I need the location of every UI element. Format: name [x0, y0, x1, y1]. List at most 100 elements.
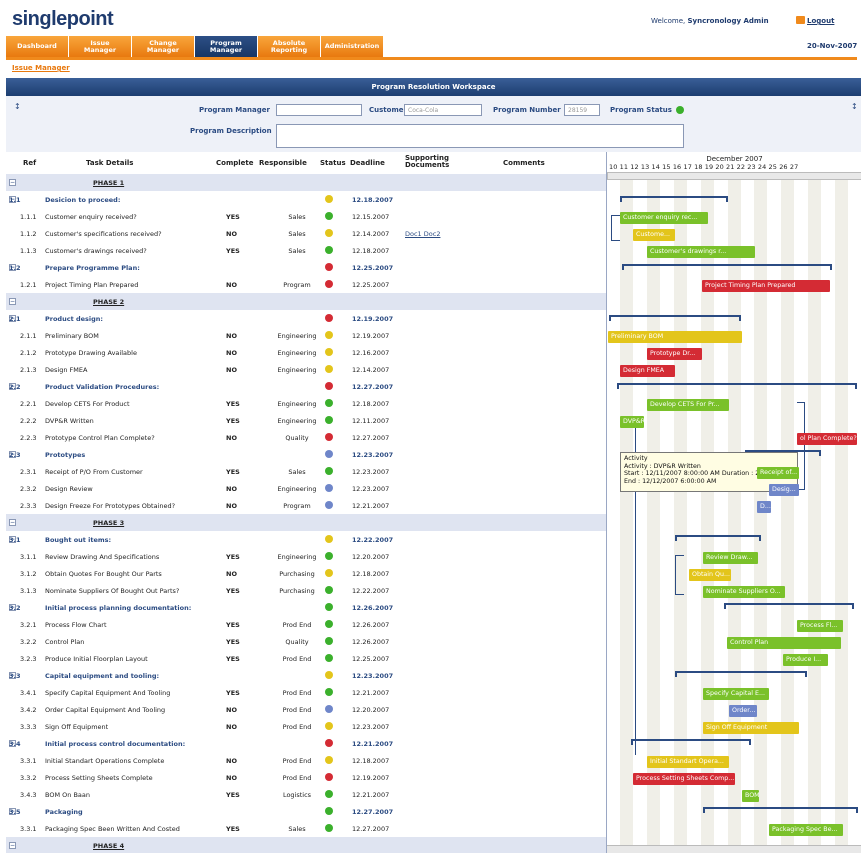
collapse-right-icon[interactable]: ↕	[851, 102, 858, 111]
customer-field[interactable]: Coca-Cola	[404, 104, 482, 116]
tab-program-manager[interactable]: Program Manager	[195, 36, 258, 57]
collapse-icon[interactable]: −	[9, 298, 16, 305]
task-row[interactable]: 3.1.3 Nominate Suppliers Of Bought Out Pa…	[6, 582, 606, 599]
gantt-bar[interactable]: Process Setting Sheets Comp...	[633, 773, 735, 785]
task-row[interactable]: 1.2.1 Project Timing Plan Prepared NO Progr…	[6, 276, 606, 293]
task-row[interactable]: 3.2.3 Produce Initial Floorplan Layout YES…	[6, 650, 606, 667]
gantt-bar[interactable]: Nominate Suppliers O...	[703, 586, 785, 598]
section-row[interactable]: −2.3 Prototypes 12.23.2007	[6, 446, 606, 463]
tab-issue-manager[interactable]: Issue Manager	[69, 36, 132, 57]
task-row[interactable]: 3.1.2 Obtain Quotes For Bought Our Parts N…	[6, 565, 606, 582]
breadcrumb[interactable]: Issue Manager	[12, 64, 70, 72]
section-row[interactable]: −3.4 Initial process control documentatio…	[6, 735, 606, 752]
tab-change-manager[interactable]: Change Manager	[132, 36, 195, 57]
document-links[interactable]: Doc1 Doc2	[405, 230, 440, 238]
section-row[interactable]: −1.2 Prepare Programme Plan: 12.25.2007	[6, 259, 606, 276]
task-row[interactable]: 2.1.2 Prototype Drawing Available NO Engine…	[6, 344, 606, 361]
summary-bar	[675, 671, 807, 677]
gantt-bar[interactable]: D...	[757, 501, 771, 513]
gantt-bar[interactable]: Project Timing Plan Prepared	[702, 280, 830, 292]
task-row[interactable]: 2.1.1 Preliminary BOM NO Engineering 12.19.2…	[6, 327, 606, 344]
task-responsible: Program	[283, 502, 311, 510]
section-row[interactable]: −3.3 Capital equipment and tooling: 12.23.…	[6, 667, 606, 684]
task-responsible: Purchasing	[279, 570, 315, 578]
task-row[interactable]: 2.2.1 Develop CETS For Product YES Engineer…	[6, 395, 606, 412]
task-row[interactable]: 3.1.1 Review Drawing And Specifications YE…	[6, 548, 606, 565]
collapse-left-icon[interactable]: ↕	[14, 102, 21, 111]
task-row[interactable]: 3.4.1 Specify Capital Equipment And Tooli…	[6, 684, 606, 701]
gantt-bar[interactable]: Preliminary BOM	[608, 331, 742, 343]
gantt-bar[interactable]: Order...	[729, 705, 757, 717]
program-number-field[interactable]: 28159	[564, 104, 600, 116]
current-date: 20-Nov-2007	[807, 42, 858, 50]
collapse-icon[interactable]: −	[9, 842, 16, 849]
tab-administration[interactable]: Administration	[321, 36, 384, 57]
tab-dashboard[interactable]: Dashboard	[6, 36, 69, 57]
section-row[interactable]: −3.2 Initial process planning documentati…	[6, 599, 606, 616]
task-row[interactable]: 1.1.3 Customer's drawings received? YES Sal…	[6, 242, 606, 259]
task-row[interactable]: 2.2.2 DVP&R Written YES Engineering 12.11.20…	[6, 412, 606, 429]
section-row[interactable]: −3.1 Bought out items: 12.22.2007	[6, 531, 606, 548]
task-responsible: Prod End	[282, 621, 312, 629]
workspace-title: Program Resolution Workspace	[6, 78, 861, 96]
gantt-bar[interactable]: Customer enquiry rec...	[620, 212, 708, 224]
task-complete: YES	[226, 638, 240, 646]
gantt-bar[interactable]: Custome...	[633, 229, 675, 241]
gantt-bar[interactable]: Sign Off Equipment	[703, 722, 799, 734]
section-row[interactable]: −1.1 Desicion to proceed: 12.18.2007	[6, 191, 606, 208]
gantt-bar[interactable]: Review Draw...	[703, 552, 758, 564]
gantt-bar[interactable]: Obtain Qu...	[689, 569, 731, 581]
status-green-icon	[325, 416, 333, 424]
gantt-bar[interactable]: Receipt of...	[757, 467, 799, 479]
task-row[interactable]: 1.1.1 Customer enquiry received? YES Sales 1…	[6, 208, 606, 225]
section-row[interactable]: −2.1 Product design: 12.19.2007	[6, 310, 606, 327]
task-row[interactable]: 3.2.1 Process Flow Chart YES Prod End 12.26.…	[6, 616, 606, 633]
section-row[interactable]: −3.5 Packaging 12.27.2007	[6, 803, 606, 820]
gantt-bar[interactable]: ol Plan Complete?	[797, 433, 857, 445]
gantt-bar[interactable]: DVP&R	[620, 416, 644, 428]
gantt-bar[interactable]: Desig...	[769, 484, 799, 496]
gantt-bar[interactable]: Prototype Dr...	[647, 348, 702, 360]
gantt-top-scrollbar[interactable]	[607, 172, 861, 180]
phase-row[interactable]: − PHASE 1	[6, 174, 606, 191]
task-row[interactable]: 3.3.2 Process Setting Sheets Complete NO Pr…	[6, 769, 606, 786]
gantt-bar[interactable]: Customer's drawings r...	[647, 246, 755, 258]
task-row[interactable]: 2.2.3 Prototype Control Plan Complete? NO Q…	[6, 429, 606, 446]
section-row[interactable]: −2.2 Product Validation Procedures: 12.27.…	[6, 378, 606, 395]
tab-absolute-reporting[interactable]: Absolute Reporting	[258, 36, 321, 57]
gantt-bar[interactable]: Specify Capital E...	[703, 688, 769, 700]
task-row[interactable]: 2.1.3 Design FMEA NO Engineering 12.14.2007	[6, 361, 606, 378]
collapse-icon[interactable]: −	[9, 519, 16, 526]
gantt-bar[interactable]: Produce I...	[783, 654, 828, 666]
task-row[interactable]: 1.1.2 Customer's specifications received?…	[6, 225, 606, 242]
task-deadline: 12.23.2007	[352, 723, 390, 731]
gantt-bottom-scrollbar[interactable]	[607, 845, 861, 853]
task-responsible: Engineering	[277, 332, 317, 340]
gantt-bar[interactable]: Initial Standart Opera...	[647, 756, 729, 768]
gantt-bar[interactable]: Packaging Spec Be...	[769, 824, 843, 836]
gantt-bar[interactable]: Develop CETS For Pr...	[647, 399, 729, 411]
gantt-bar[interactable]: Control Plan	[727, 637, 841, 649]
task-row[interactable]: 3.3.1 Initial Standart Operations Complet…	[6, 752, 606, 769]
collapse-icon[interactable]: −	[9, 179, 16, 186]
gantt-bar[interactable]: BOM...	[742, 790, 759, 802]
task-row[interactable]: 2.3.1 Receipt of P/O From Customer YES Sale…	[6, 463, 606, 480]
gantt-bar[interactable]: Process Fl...	[797, 620, 843, 632]
status-red-icon	[325, 382, 333, 390]
phase-row[interactable]: − PHASE 3	[6, 514, 606, 531]
logout-link[interactable]: Logout	[807, 17, 834, 25]
logout-icon[interactable]	[796, 16, 805, 24]
program-manager-field[interactable]	[276, 104, 362, 116]
task-row[interactable]: 3.4.3 BOM On Baan YES Logistics 12.21.2007	[6, 786, 606, 803]
task-row[interactable]: 2.3.3 Design Freeze For Prototypes Obtain…	[6, 497, 606, 514]
task-row[interactable]: 3.3.3 Sign Off Equipment NO Prod End 12.23.2…	[6, 718, 606, 735]
task-row[interactable]: 3.4.2 Order Capital Equipment And Tooling…	[6, 701, 606, 718]
gantt-bar[interactable]: Design FMEA	[620, 365, 675, 377]
task-deadline: 12.26.2007	[352, 638, 390, 646]
phase-row[interactable]: − PHASE 2	[6, 293, 606, 310]
program-description-field[interactable]	[276, 124, 684, 148]
task-row[interactable]: 3.3.1 Packaging Spec Been Written And Cos…	[6, 820, 606, 837]
task-row[interactable]: 3.2.2 Control Plan YES Quality 12.26.2007	[6, 633, 606, 650]
task-row[interactable]: 2.3.2 Design Review NO Engineering 12.23.200…	[6, 480, 606, 497]
phase-row[interactable]: − PHASE 4	[6, 837, 606, 853]
